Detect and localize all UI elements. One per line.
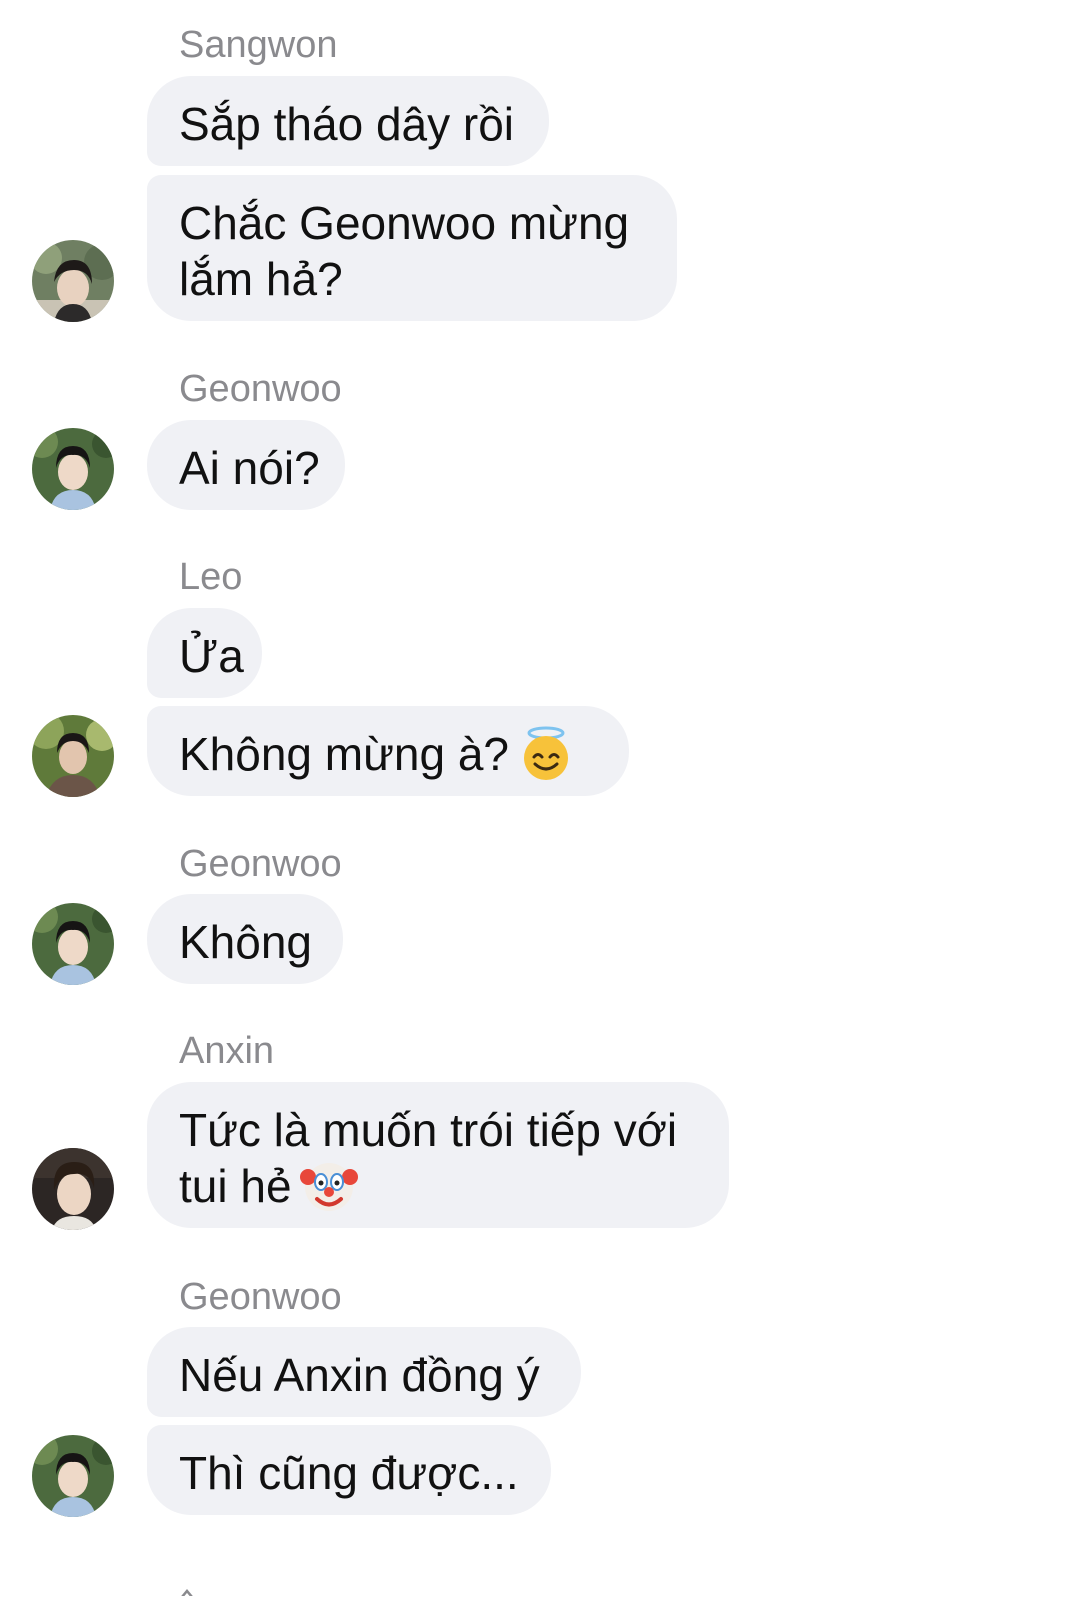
message-bubble[interactable]: Ửa [147,608,262,698]
sender-name: Geonwoo [179,368,342,410]
message-text: Sắp tháo dây rồi [179,98,515,150]
sender-name: Geonwoo [179,1276,342,1318]
message-text: tui hẻ [179,1158,697,1215]
sender-name: Leo [179,556,243,598]
message-bubble[interactable]: Sắp tháo dây rồi [147,76,549,166]
message-bubble[interactable]: Không [147,894,343,984]
message-text: Thì cũng được... [179,1447,519,1499]
message-bubble[interactable]: Tức là muốn trói tiếp với tui hẻ [147,1082,729,1228]
clown-face-emoji [299,1157,358,1215]
leo-avatar[interactable] [32,715,114,797]
message-bubble[interactable]: Nếu Anxin đồng ý [147,1327,581,1417]
message-text: Tức là muốn trói tiếp với [179,1104,678,1156]
geonwoo-avatar[interactable] [32,903,114,985]
message-text: Không [179,916,313,968]
cut-off-sender-name [176,1586,198,1596]
sangwon-avatar[interactable] [32,240,114,322]
message-bubble[interactable]: Chắc Geonwoo mừng lắm hả? [147,175,677,321]
message-text: lắm hả? [179,253,343,305]
sender-name: Anxin [179,1030,275,1072]
message-bubble[interactable]: Ai nói? [147,420,345,510]
sender-name: Sangwon [179,24,338,66]
message-text: Ửa [179,630,244,682]
geonwoo-avatar[interactable] [32,1435,114,1517]
anxin-avatar[interactable] [32,1148,114,1230]
geonwoo-avatar[interactable] [32,428,114,510]
message-bubble[interactable]: Không mừng à? [147,706,629,796]
message-bubble[interactable]: Thì cũng được... [147,1425,551,1515]
message-text: Không mừng à? [179,726,597,783]
message-text: Ai nói? [179,442,320,494]
sender-name: Geonwoo [179,843,342,885]
smiling-face-with-halo-emoji [517,725,575,783]
message-text: Chắc Geonwoo mừng [179,197,630,249]
message-text: Nếu Anxin đồng ý [179,1349,540,1401]
